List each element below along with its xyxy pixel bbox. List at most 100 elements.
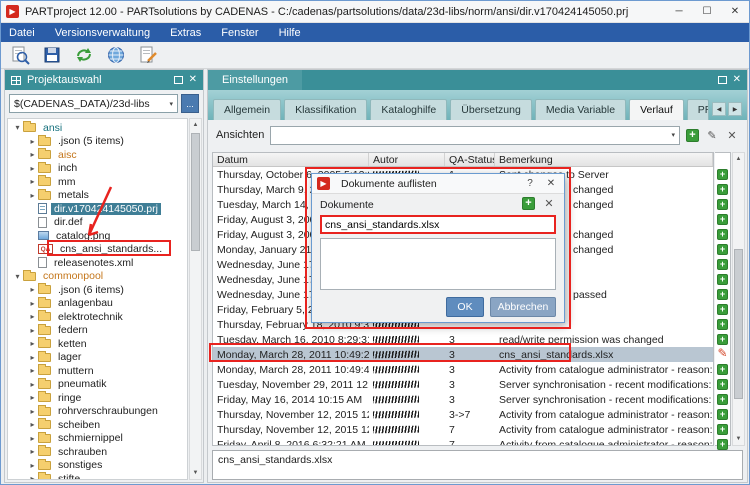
history-row-15[interactable]: Tuesday, November 29, 2011 12:3... 3 Serve… (213, 377, 713, 392)
add-entry-icon[interactable]: + (717, 199, 728, 210)
expand-arrow-icon[interactable]: ▸ (27, 299, 38, 308)
scroll-up-icon[interactable]: ▲ (733, 153, 744, 165)
add-entry-icon[interactable]: + (717, 319, 728, 330)
tree-item-mm[interactable]: ▸ mm (8, 175, 187, 189)
tree-item-anlagenbau[interactable]: ▸ anlagenbau (8, 296, 187, 311)
tree-item-metals[interactable]: ▸ metals (8, 188, 187, 203)
expand-arrow-icon[interactable]: ▸ (27, 150, 38, 159)
expand-arrow-icon[interactable]: ▸ (27, 447, 38, 456)
add-entry-icon[interactable]: + (717, 334, 728, 345)
views-select[interactable]: ▾ (270, 125, 680, 145)
add-entry-icon[interactable]: + (717, 394, 728, 405)
tree-item-releasenotes-xml[interactable]: releasenotes.xml (8, 256, 187, 270)
ok-button[interactable]: OK (446, 297, 484, 317)
menu-item-hilfe[interactable]: Hilfe (279, 27, 301, 39)
document-name-input[interactable] (320, 215, 556, 234)
close-panel-icon[interactable]: ✕ (189, 75, 197, 85)
scroll-up-icon[interactable]: ▲ (190, 119, 201, 131)
add-view-button[interactable]: + (686, 128, 699, 142)
history-row-19[interactable]: Friday, April 8, 2016 6:32:21 AM 7 Activit… (213, 437, 713, 445)
close-button[interactable]: ✕ (721, 1, 749, 22)
expand-arrow-icon[interactable]: ▸ (27, 137, 38, 146)
add-entry-icon[interactable]: + (717, 214, 728, 225)
expand-arrow-icon[interactable]: ▸ (27, 434, 38, 443)
expand-arrow-icon[interactable]: ▸ (27, 353, 38, 362)
tree-item-pneumatik[interactable]: ▸ pneumatik (8, 377, 187, 392)
document-list[interactable] (320, 238, 556, 290)
tree-item-scheiben[interactable]: ▸ scheiben (8, 418, 187, 432)
save-icon[interactable] (41, 44, 63, 66)
expand-arrow-icon[interactable]: ▸ (27, 164, 38, 173)
tree-item-dir-def[interactable]: dir.def (8, 216, 187, 230)
tree-item-sonstiges[interactable]: ▸ sonstiges (8, 458, 187, 473)
history-row-12[interactable]: Tuesday, March 16, 2010 8:29:31 ... 3 read… (213, 332, 713, 347)
tree-item-commonpool[interactable]: ▾ commonpool (8, 269, 187, 284)
add-entry-icon[interactable]: + (717, 364, 728, 375)
edit-entry-icon[interactable]: ✎ (717, 347, 728, 360)
tree-item-ansi[interactable]: ▾ ansi (8, 121, 187, 135)
add-entry-icon[interactable]: + (717, 244, 728, 255)
tree-item-schmiernippel[interactable]: ▸ schmiernippel (8, 431, 187, 446)
add-entry-icon[interactable]: + (717, 259, 728, 270)
history-scrollbar[interactable]: ▲ ▼ (732, 152, 745, 446)
project-tree-scrollbar[interactable]: ▲ ▼ (189, 118, 202, 480)
dialog-close-button[interactable]: ✕ (543, 178, 559, 189)
tree-item-schrauben[interactable]: ▸ schrauben (8, 445, 187, 459)
tree-item-json-5-items[interactable]: ▸ .json (5 items) (8, 134, 187, 149)
add-entry-icon[interactable]: + (717, 439, 728, 450)
close-panel-icon[interactable]: ✕ (733, 75, 741, 85)
tab-media-variable[interactable]: Media Variable (534, 99, 627, 120)
cancel-button[interactable]: Abbrechen (490, 297, 556, 317)
expand-arrow-icon[interactable]: ▸ (27, 285, 38, 294)
scrollbar-thumb[interactable] (191, 133, 200, 251)
tab-allgemein[interactable]: Allgemein (213, 99, 282, 120)
history-row-13[interactable]: Monday, March 28, 2011 10:49:28... 3 cns_a… (213, 347, 713, 362)
tree-item-json-6-items[interactable]: ▸ .json (6 items) (8, 283, 187, 297)
expand-arrow-icon[interactable]: ▸ (27, 393, 38, 402)
search-document-icon[interactable] (9, 44, 31, 66)
add-entry-icon[interactable]: + (717, 229, 728, 240)
history-row-17[interactable]: Thursday, November 12, 2015 12:... 3->7 Ac… (213, 407, 713, 422)
tree-item-aisc[interactable]: ▸ aisc (8, 148, 187, 162)
dialog-help-button[interactable]: ? (522, 178, 538, 189)
tab-verlauf[interactable]: Verlauf (629, 99, 684, 120)
remove-document-button[interactable]: ✕ (542, 196, 556, 210)
add-entry-icon[interactable]: + (717, 274, 728, 285)
add-entry-icon[interactable]: + (717, 424, 728, 435)
history-row-18[interactable]: Thursday, November 12, 2015 12:... 7 Activ… (213, 422, 713, 437)
expand-arrow-icon[interactable]: ▸ (27, 420, 38, 429)
add-entry-icon[interactable]: + (717, 184, 728, 195)
settings-panel-tab[interactable]: Einstellungen (208, 70, 303, 90)
column-header-autor[interactable]: Autor (369, 153, 445, 166)
tree-item-elektrotechnik[interactable]: ▸ elektrotechnik (8, 310, 187, 324)
tab-scroll-left-button[interactable]: ◀ (712, 102, 726, 116)
column-header-datum[interactable]: Datum (213, 153, 369, 166)
tree-item-cns-ansi-standards[interactable]: cns_ansi_standards... (8, 243, 187, 257)
column-header-qa-status[interactable]: QA-Status (445, 153, 495, 166)
expand-arrow-icon[interactable]: ▸ (27, 339, 38, 348)
tree-item-stifte[interactable]: ▸ stifte (8, 472, 187, 479)
expand-arrow-icon[interactable]: ▸ (27, 407, 38, 416)
tree-item-muttern[interactable]: ▸ muttern (8, 364, 187, 378)
minimize-button[interactable]: ─ (665, 1, 693, 22)
tree-item-ketten[interactable]: ▸ ketten (8, 337, 187, 351)
float-panel-icon[interactable] (717, 76, 727, 84)
expand-arrow-icon[interactable]: ▸ (27, 312, 38, 321)
scroll-down-icon[interactable]: ▼ (190, 467, 201, 479)
add-entry-icon[interactable]: + (717, 409, 728, 420)
expand-arrow-icon[interactable]: ▾ (12, 123, 23, 132)
history-row-14[interactable]: Monday, March 28, 2011 10:49:44... 3 Activ… (213, 362, 713, 377)
tab-bersetzung[interactable]: Übersetzung (450, 99, 532, 120)
tab-klassifikation[interactable]: Klassifikation (284, 99, 368, 120)
maximize-button[interactable]: ☐ (693, 1, 721, 22)
menu-item-extras[interactable]: Extras (170, 27, 201, 39)
expand-arrow-icon[interactable]: ▸ (27, 366, 38, 375)
expand-arrow-icon[interactable]: ▸ (27, 191, 38, 200)
scrollbar-thumb[interactable] (734, 249, 743, 399)
edit-document-icon[interactable] (137, 44, 159, 66)
expand-arrow-icon[interactable]: ▾ (12, 272, 23, 281)
menu-item-versionsverwaltung[interactable]: Versionsverwaltung (55, 27, 150, 39)
expand-arrow-icon[interactable]: ▸ (27, 461, 38, 470)
add-document-button[interactable]: + (522, 196, 535, 210)
tree-item-dir-v170424145050-prj[interactable]: dir.v170424145050.prj (8, 202, 187, 216)
